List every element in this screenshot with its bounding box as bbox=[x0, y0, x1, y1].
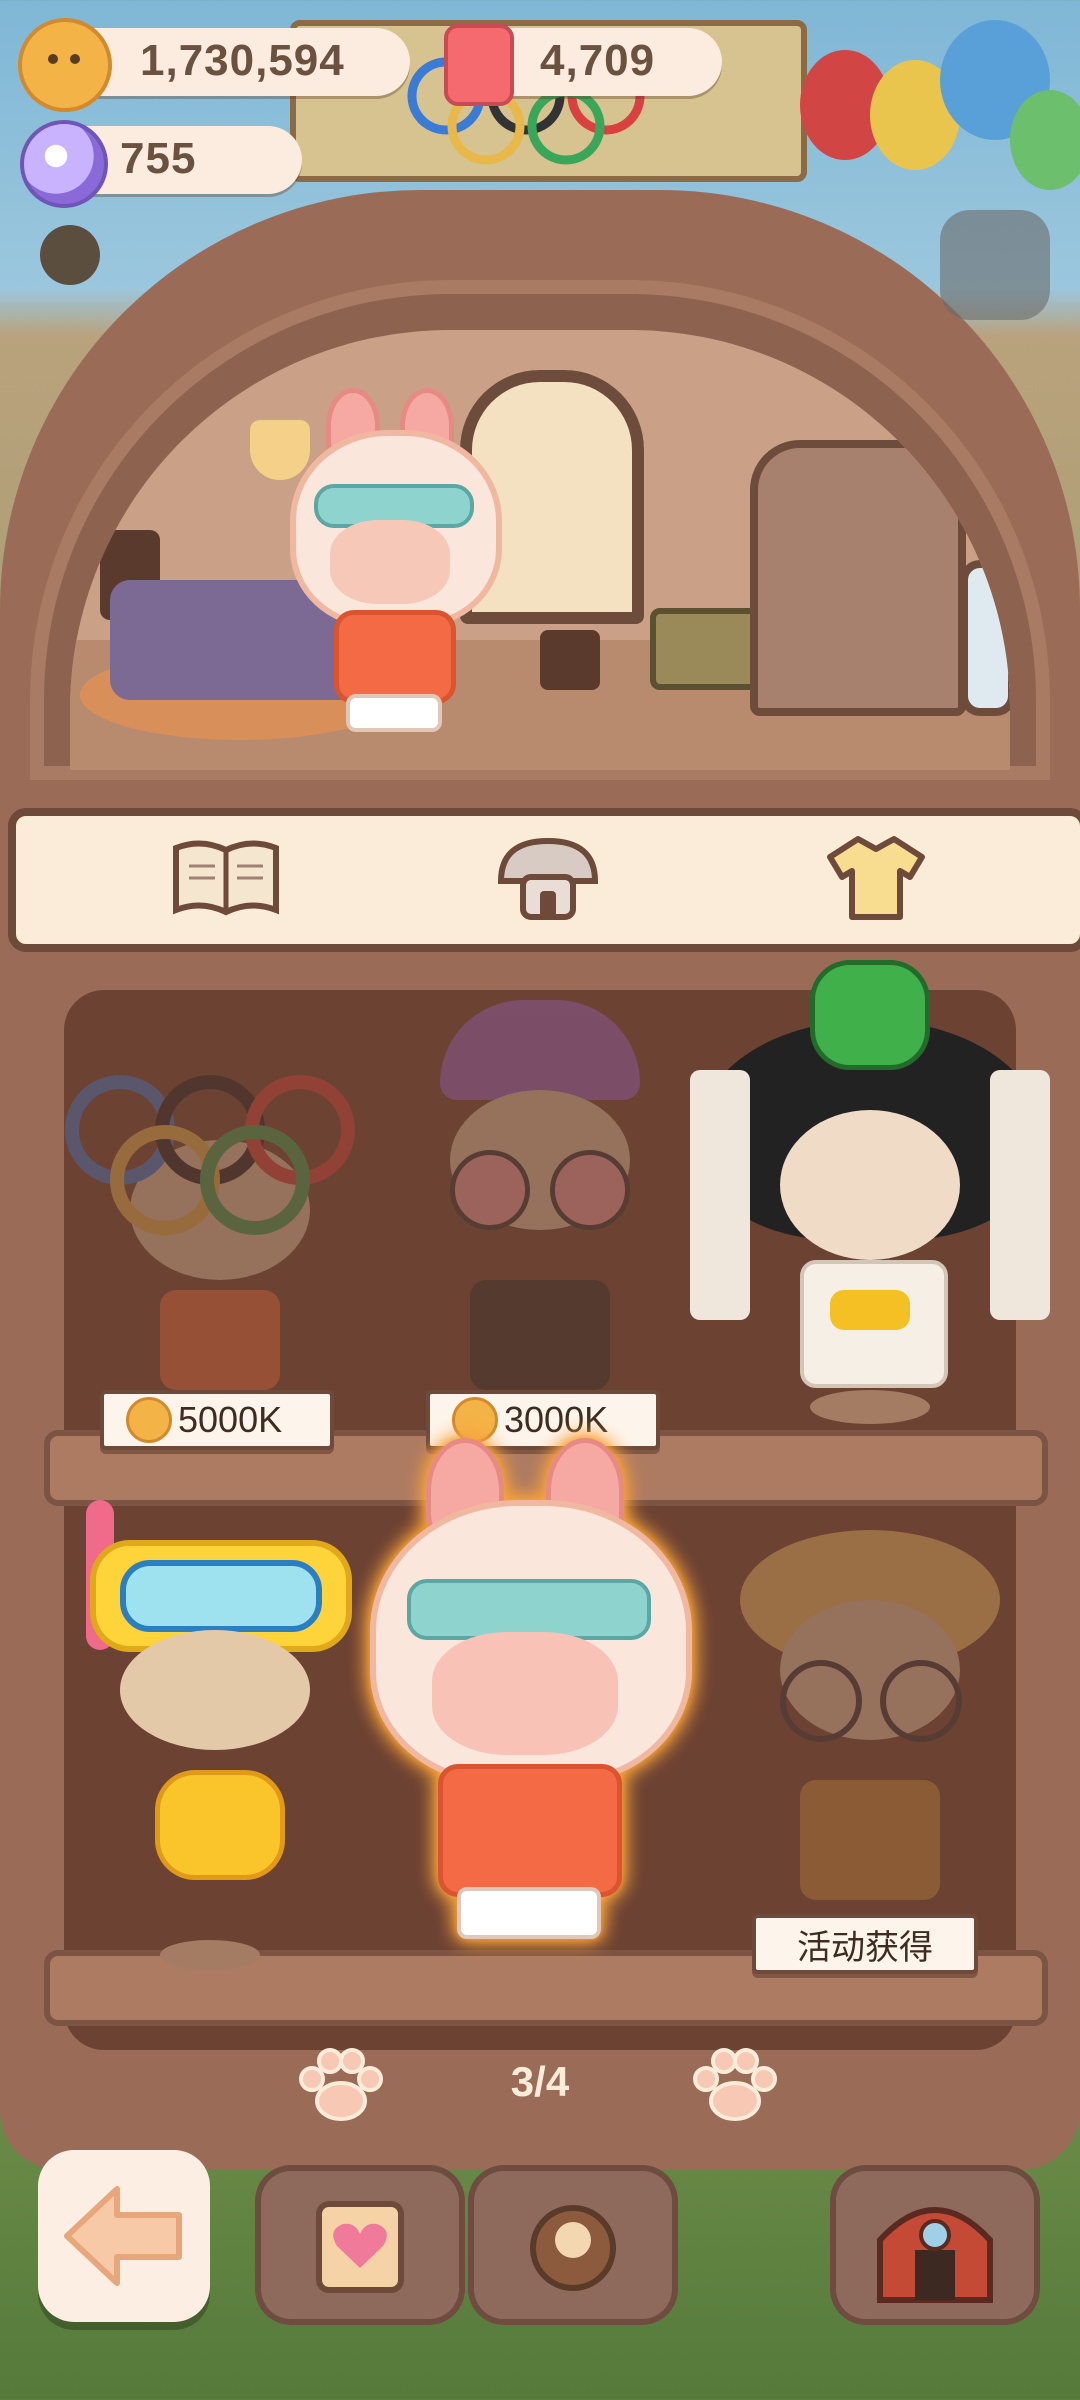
treasure-chest bbox=[650, 608, 762, 690]
outfit-astronaut-bunny[interactable] bbox=[370, 1438, 692, 1940]
outfit-snake-empress[interactable] bbox=[690, 960, 1050, 1430]
paw-right-icon bbox=[693, 2048, 777, 2121]
tab-outfit[interactable] bbox=[816, 828, 936, 928]
price-value: 5000K bbox=[178, 1399, 283, 1440]
heart-notebook-icon bbox=[316, 2201, 404, 2293]
book-icon bbox=[173, 840, 279, 916]
prev-page-paw-button[interactable] bbox=[296, 2045, 386, 2125]
gems-value: 4,709 bbox=[540, 36, 656, 85]
coins-value: 1,730,594 bbox=[140, 36, 345, 85]
page-indicator: 3/4 bbox=[510, 2058, 570, 2105]
snorkel-mask-icon bbox=[120, 1560, 322, 1632]
tab-book[interactable] bbox=[166, 828, 286, 928]
cafe-icon bbox=[530, 2205, 616, 2291]
outfit-punk-glasses[interactable] bbox=[390, 1000, 690, 1420]
stool bbox=[540, 630, 600, 690]
balloons-decoration bbox=[790, 0, 1080, 200]
tab-hotel[interactable] bbox=[488, 828, 608, 928]
circus-button[interactable] bbox=[830, 2165, 1040, 2325]
olympic-rings-icon bbox=[65, 1075, 355, 1235]
cookie-coin-icon bbox=[452, 1397, 498, 1443]
rubber-duck-icon bbox=[155, 1770, 285, 1880]
shirt-icon bbox=[827, 836, 925, 920]
coins-counter[interactable]: 1,730,594 bbox=[18, 18, 410, 112]
gems-counter[interactable]: 4,709 bbox=[444, 24, 722, 106]
price-value: 3000K bbox=[504, 1399, 609, 1440]
megaphone-icon[interactable] bbox=[40, 225, 100, 285]
player-character[interactable] bbox=[290, 388, 502, 732]
price-tag-olympic[interactable]: 5000K bbox=[100, 1390, 334, 1450]
diary-button[interactable] bbox=[255, 2165, 465, 2325]
hotel-icon bbox=[497, 837, 599, 920]
wardrobe-furniture bbox=[750, 440, 966, 716]
candy-value: 755 bbox=[120, 134, 197, 183]
event-only-tag[interactable]: 活动获得 bbox=[752, 1914, 978, 1974]
back-button[interactable] bbox=[38, 2150, 210, 2322]
outfit-snorkel-duck[interactable] bbox=[60, 1500, 360, 1970]
side-menu-icon[interactable] bbox=[940, 210, 1050, 320]
circus-tent-icon bbox=[877, 2207, 993, 2303]
cafe-button[interactable] bbox=[468, 2165, 678, 2325]
standing-mirror bbox=[960, 560, 1010, 716]
back-arrow-icon bbox=[64, 2186, 182, 2286]
next-page-paw-button[interactable] bbox=[690, 2045, 780, 2125]
cookie-coin-icon bbox=[18, 18, 112, 112]
top-bar: 1,730,594 4,709 755 bbox=[0, 0, 1080, 208]
outfit-detective[interactable] bbox=[720, 1530, 1030, 1950]
paw-left-icon bbox=[299, 2048, 383, 2121]
candy-icon bbox=[20, 120, 108, 208]
outfit-olympic[interactable] bbox=[65, 1020, 370, 1440]
candy-counter[interactable]: 755 bbox=[20, 120, 302, 208]
category-tabs bbox=[8, 808, 1080, 952]
cookie-coin-icon bbox=[126, 1397, 172, 1443]
red-gem-icon bbox=[444, 24, 514, 106]
snake-icon bbox=[810, 960, 930, 1070]
